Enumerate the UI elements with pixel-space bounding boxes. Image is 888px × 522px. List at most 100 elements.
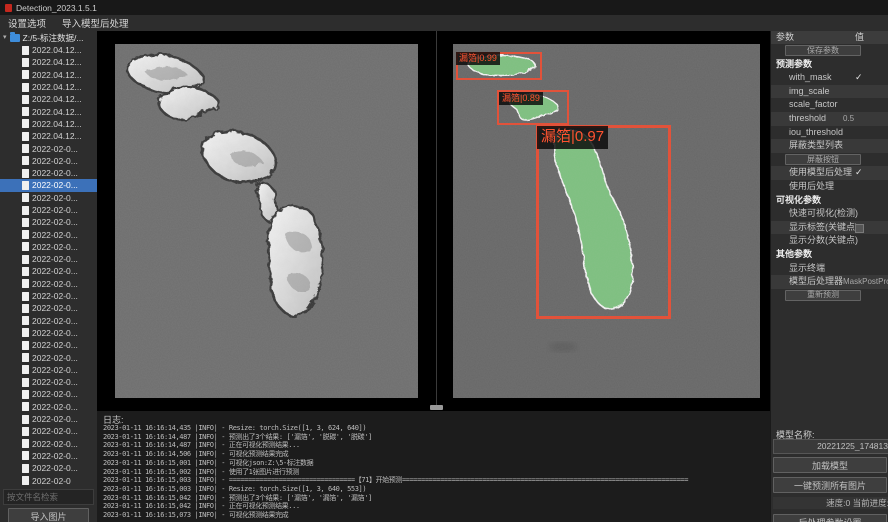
image-canvas: 漏箔|0.99 漏箔|0.89 漏箔|0.97 <box>97 31 770 410</box>
tree-item[interactable]: 2022-02-0... <box>0 204 97 216</box>
tree-item[interactable]: 2022-02-0... <box>0 241 97 253</box>
tree-item[interactable]: 2022-02-0... <box>0 142 97 154</box>
tree-item[interactable]: 2022-02-0 <box>0 474 97 486</box>
param-row[interactable]: 屏蔽类型列表 <box>771 139 888 153</box>
tree-item[interactable]: 2022-02-0... <box>0 167 97 179</box>
log-line: 2023-01-11 16:16:15,073 |INFO| - 可视化预测结果… <box>103 511 770 520</box>
param-row[interactable]: scale_factor <box>771 98 888 112</box>
tree-item[interactable]: 2022-02-0... <box>0 179 97 191</box>
chevron-down-icon[interactable]: ▾ <box>3 34 7 41</box>
tree-item[interactable]: 2022-02-0... <box>0 351 97 363</box>
checkbox-unchecked[interactable] <box>855 224 864 233</box>
tree-item[interactable]: 2022-02-0... <box>0 438 97 450</box>
import-images-button[interactable]: 导入图片 <box>8 508 89 522</box>
param-row[interactable]: iou_threshold <box>771 126 888 140</box>
file-icon <box>22 365 29 374</box>
tree-item[interactable]: 2022-02-0... <box>0 364 97 376</box>
param-row[interactable]: 模型后处理器MaskPostPro <box>771 275 888 289</box>
tree-item[interactable]: 2022-02-0... <box>0 302 97 314</box>
param-label: 使用模型后处理 <box>771 167 852 177</box>
tree-item[interactable]: 2022.04.12... <box>0 130 97 142</box>
load-model-button[interactable]: 加载模型 <box>773 457 887 473</box>
tree-item[interactable]: 2022-02-0... <box>0 290 97 302</box>
file-icon <box>22 415 29 424</box>
param-row[interactable]: img_scale <box>771 85 888 99</box>
tree-item[interactable]: 2022-02-0... <box>0 327 97 339</box>
param-section-header: 其他参数 <box>771 248 888 262</box>
file-tree: ▾ Z:/5-标注数据/... 2022.04.12...2022.04.12.… <box>0 31 97 489</box>
panel-splitter[interactable] <box>436 31 437 410</box>
tree-item[interactable]: 2022.04.12... <box>0 81 97 93</box>
tree-item[interactable]: 2022-02-0... <box>0 253 97 265</box>
tree-item[interactable]: 2022-02-0... <box>0 425 97 437</box>
param-button[interactable]: 屏蔽按钮 <box>785 154 861 165</box>
tree-item-label: 2022-02-0... <box>32 377 78 387</box>
tree-item[interactable]: 2022-02-0... <box>0 450 97 462</box>
file-icon <box>22 304 29 313</box>
tree-item-label: 2022.04.12... <box>32 70 82 80</box>
param-button-row: 屏蔽按钮 <box>771 153 888 167</box>
tree-item[interactable]: 2022-02-0... <box>0 376 97 388</box>
tree-item[interactable]: 2022-02-0... <box>0 462 97 474</box>
tree-item[interactable]: 2022.04.12... <box>0 118 97 130</box>
file-icon <box>22 156 29 165</box>
tree-item[interactable]: 2022.04.12... <box>0 93 97 105</box>
tree-item-label: 2022-02-0... <box>32 193 78 203</box>
tree-item-label: 2022-02-0 <box>32 476 71 486</box>
tree-item[interactable]: 2022.04.12... <box>0 56 97 68</box>
param-row[interactable]: 显示终端 <box>771 262 888 276</box>
detection-box <box>536 125 671 319</box>
postprocess-params-button[interactable]: 后处理参数设置 <box>773 514 887 522</box>
tree-item[interactable]: 2022.04.12... <box>0 44 97 56</box>
tree-item[interactable]: 2022-02-0... <box>0 265 97 277</box>
params-header-value: 值 <box>855 31 864 44</box>
tree-item[interactable]: 2022-02-0... <box>0 216 97 228</box>
tree-item-label: 2022-02-0... <box>32 402 78 412</box>
param-row[interactable]: threshold0.5 <box>771 112 888 126</box>
original-image-panel[interactable] <box>115 44 418 398</box>
log-panel[interactable]: 日志: 2023-01-11 16:16:14,435 |INFO| - Res… <box>97 410 770 522</box>
log-line: 2023-01-11 16:16:14,435 |INFO| - Resize:… <box>103 424 770 433</box>
param-value: MaskPostPro <box>843 275 888 289</box>
param-row[interactable]: 使用后处理 <box>771 180 888 194</box>
tree-item[interactable]: 2022.04.12... <box>0 105 97 117</box>
param-button[interactable]: 重新预测 <box>785 290 861 301</box>
tree-item-label: 2022-02-0... <box>32 303 78 313</box>
prediction-image-panel[interactable]: 漏箔|0.99 漏箔|0.89 漏箔|0.97 <box>453 44 760 398</box>
menu-import-model-postprocess[interactable]: 导入模型后处理 <box>62 16 129 30</box>
tree-item[interactable]: 2022-02-0... <box>0 401 97 413</box>
filename-search-input[interactable] <box>3 489 94 505</box>
tree-item[interactable]: 2022-02-0... <box>0 388 97 400</box>
tree-item[interactable]: 2022-02-0... <box>0 155 97 167</box>
param-row[interactable]: 显示标签(关键点) <box>771 221 888 235</box>
param-row[interactable]: 显示分数(关键点) <box>771 234 888 248</box>
param-label: threshold <box>771 113 826 123</box>
window-title: Detection_2023.1.5.1 <box>16 3 97 13</box>
param-row[interactable]: 快速可视化(检测) <box>771 207 888 221</box>
menu-settings[interactable]: 设置选项 <box>8 16 46 30</box>
param-row[interactable]: 使用模型后处理✓ <box>771 166 888 180</box>
params-header: 参数 值 <box>771 31 888 44</box>
param-label: 快速可视化(检测) <box>771 208 858 218</box>
tree-item[interactable]: 2022-02-0... <box>0 315 97 327</box>
progress-text: 速度:0 当前进度: <box>773 497 888 509</box>
tree-item-label: 2022-02-0... <box>32 340 78 350</box>
model-name-field[interactable]: 20221225_174813 <box>773 439 888 454</box>
tree-item-label: 2022-02-0... <box>32 389 78 399</box>
tree-item-label: 2022.04.12... <box>32 57 82 67</box>
file-tree-items: 2022.04.12...2022.04.12...2022.04.12...2… <box>0 44 97 487</box>
predict-all-button[interactable]: 一键预测所有图片 <box>773 477 887 493</box>
tree-item[interactable]: 2022-02-0... <box>0 192 97 204</box>
tree-item-label: 2022-02-0... <box>32 414 78 424</box>
tree-item[interactable]: 2022-02-0... <box>0 339 97 351</box>
original-image <box>115 44 418 398</box>
tree-item[interactable]: 2022-02-0... <box>0 413 97 425</box>
param-row[interactable]: with_mask✓ <box>771 71 888 85</box>
tree-item[interactable]: 2022-02-0... <box>0 228 97 240</box>
tree-item[interactable]: 2022.04.12... <box>0 69 97 81</box>
tree-root[interactable]: ▾ Z:/5-标注数据/... <box>0 31 97 44</box>
param-button[interactable]: 保存参数 <box>785 45 861 56</box>
tree-item[interactable]: 2022-02-0... <box>0 278 97 290</box>
tree-item-label: 2022-02-0... <box>32 365 78 375</box>
file-panel: ▾ Z:/5-标注数据/... 2022.04.12...2022.04.12.… <box>0 31 98 522</box>
